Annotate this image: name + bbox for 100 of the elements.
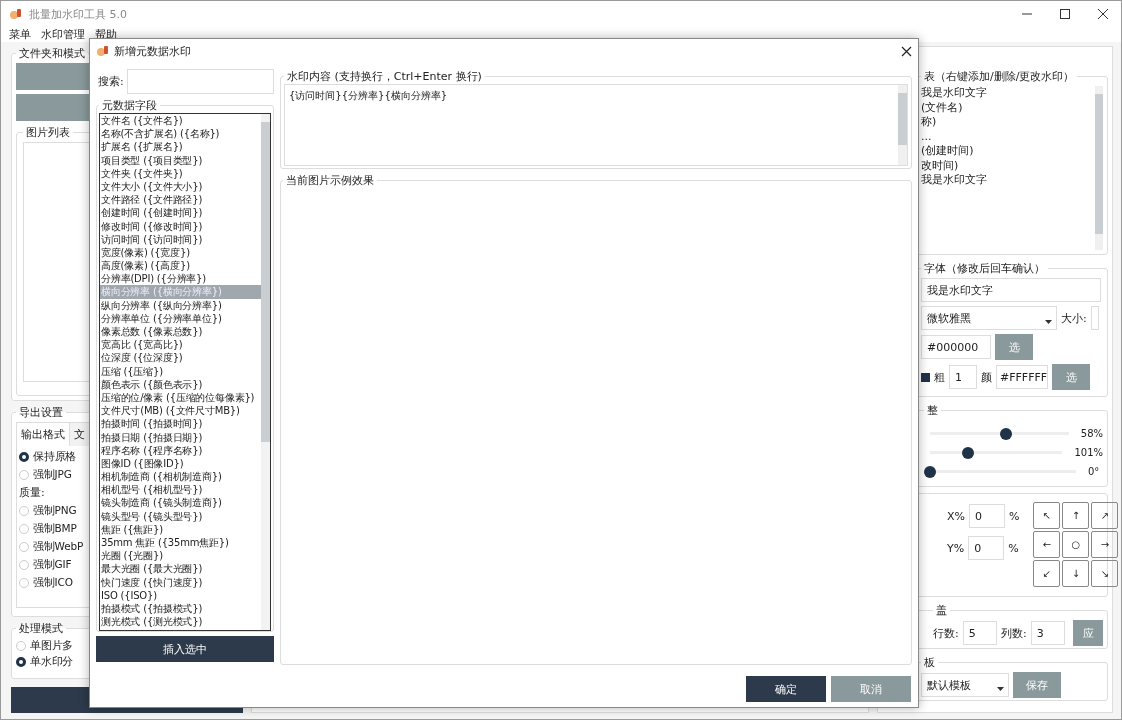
rows-field[interactable]: 5 <box>962 621 998 645</box>
list-item[interactable]: 快门速度 ({快门速度}) <box>100 575 261 589</box>
list-item[interactable]: 拍摄日期 ({拍摄日期}) <box>100 430 261 444</box>
caret-icon <box>997 687 1004 691</box>
list-item[interactable]: 高度(像素) ({高度}) <box>100 259 261 273</box>
list-item[interactable]: 宽度(像素) ({宽度}) <box>100 245 261 260</box>
radio-label: 强制ICO <box>33 576 73 591</box>
list-item[interactable]: 文件大小 ({文件大小}) <box>100 179 261 194</box>
group-title: 处理模式 <box>18 621 64 637</box>
list-item[interactable]: ... <box>921 129 1095 144</box>
position-button[interactable]: ↙ <box>1033 560 1061 587</box>
group-title: 图片列表 <box>25 125 71 140</box>
close-icon[interactable] <box>901 45 912 57</box>
scrollbar[interactable] <box>261 114 270 630</box>
list-item[interactable]: 镜头型号 ({镜头型号}) <box>100 509 261 523</box>
app-icon <box>9 7 23 21</box>
list-item[interactable]: 压缩的位/像素 ({压缩的位每像素}) <box>100 390 261 405</box>
insert-button[interactable]: 插入选中 <box>96 636 274 662</box>
slider-thumb[interactable] <box>962 446 975 459</box>
list-item[interactable]: 分辨率(DPI) ({分辨率}) <box>100 272 261 286</box>
checkbox[interactable] <box>921 372 930 382</box>
font-dropdown[interactable]: 微软雅黑 <box>921 306 1057 330</box>
list-item[interactable]: (文件名) <box>921 100 1095 115</box>
list-item[interactable]: 压缩 ({压缩}) <box>100 364 261 378</box>
list-item[interactable]: 我是水印文字 <box>921 173 1095 188</box>
list-item[interactable]: (创建时间) <box>921 144 1095 159</box>
position-button[interactable]: ○ <box>1062 531 1090 558</box>
list-item[interactable]: 扩展名 ({扩展名}) <box>100 140 261 154</box>
list-item[interactable]: 项目类型 ({项目类型}) <box>100 153 261 167</box>
slider-value: 58% <box>1080 428 1103 439</box>
radio-label: 强制WebP <box>33 540 84 555</box>
list-item[interactable]: 镜头制造商 ({镜头制造商}) <box>100 496 261 510</box>
group-title: 整 <box>926 403 939 418</box>
maximize-icon[interactable] <box>1059 8 1071 20</box>
menu-item[interactable]: 水印管理 <box>41 27 85 42</box>
list-item[interactable]: ISO ({ISO}) <box>100 588 261 602</box>
position-button[interactable]: → <box>1091 531 1119 558</box>
close-icon[interactable] <box>1097 8 1109 20</box>
position-button[interactable]: ↑ <box>1062 502 1090 529</box>
list-item[interactable]: 图像ID ({图像ID}) <box>100 456 261 471</box>
list-item[interactable]: 文件名 ({文件名}) <box>100 114 261 128</box>
menu-item[interactable]: 菜单 <box>9 27 31 42</box>
slider-value: 101% <box>1074 447 1103 458</box>
list-item[interactable]: 分辨率单位 ({分辨率单位}) <box>100 311 261 325</box>
list-item[interactable]: 光圈 ({光圈}) <box>100 549 261 563</box>
list-item[interactable]: 访问时间 ({访问时间}) <box>100 232 261 246</box>
search-field[interactable] <box>126 69 274 94</box>
scrollbar[interactable] <box>898 85 907 165</box>
template-dropdown[interactable]: 默认模板 <box>921 673 1009 697</box>
slider-thumb[interactable] <box>924 465 936 478</box>
weight-field[interactable]: 1 <box>949 365 977 389</box>
list-item[interactable]: 焦距 ({焦距}) <box>100 522 261 536</box>
list-item[interactable]: 称) <box>921 115 1095 130</box>
list-item[interactable]: 创建时间 ({创建时间}) <box>100 206 261 220</box>
list-item[interactable]: 修改时间 ({修改时间}) <box>100 219 261 233</box>
position-button[interactable]: ↓ <box>1062 560 1090 587</box>
list-item[interactable]: 相机型号 ({相机型号}) <box>100 483 261 497</box>
list-item[interactable]: 名称(不含扩展名) ({名称}) <box>100 127 261 141</box>
list-item[interactable]: 程序名称 ({程序名称}) <box>100 443 261 457</box>
list-item[interactable]: 最大光圈 ({最大光圈}) <box>100 562 261 576</box>
radio-button[interactable] <box>19 452 29 463</box>
size-field[interactable] <box>1090 306 1099 330</box>
list-item[interactable]: 我是水印文字 <box>921 86 1095 101</box>
list-item[interactable]: 改时间) <box>921 158 1095 173</box>
position-button[interactable]: ↖ <box>1033 502 1061 529</box>
radio-label: 单水印分 <box>30 655 74 670</box>
radio-label: 强制GIF <box>33 558 72 573</box>
stroke-color-field[interactable]: #FFFFFF <box>996 365 1048 389</box>
text-area[interactable]: {访问时间}{分辨率}{横向分辨率} <box>284 84 908 166</box>
scrollbar[interactable] <box>1095 86 1103 250</box>
position-button[interactable]: ← <box>1033 531 1061 558</box>
list-item[interactable]: 相机制造商 ({相机制造商}) <box>100 470 261 484</box>
group-title: 文件夹和模式 <box>18 46 86 61</box>
color-field[interactable]: #000000 <box>921 335 991 359</box>
list-item[interactable]: 文件路径 ({文件路径}) <box>100 193 261 207</box>
x-field[interactable]: 0 <box>969 504 1005 528</box>
search-label: 搜索: <box>98 74 124 89</box>
list-item[interactable]: 位深度 ({位深度}) <box>100 351 261 365</box>
list-item[interactable]: 拍摄时间 ({拍摄时间}) <box>100 417 261 431</box>
slider-thumb[interactable] <box>1000 427 1013 440</box>
tab[interactable]: 文 <box>70 423 90 447</box>
list-item[interactable]: 颜色表示 ({颜色表示}) <box>100 377 261 391</box>
dialog-button[interactable]: 确定 <box>746 676 826 702</box>
position-button[interactable]: ↘ <box>1091 560 1119 587</box>
position-button[interactable]: ↗ <box>1091 502 1119 529</box>
slider-value: 0° <box>1088 466 1100 477</box>
list-item[interactable]: 35mm 焦距 ({35mm焦距}) <box>100 536 261 550</box>
list-item[interactable]: 拍摄模式 ({拍摄模式}) <box>100 601 261 616</box>
radio-button[interactable] <box>16 657 26 668</box>
columns-label: 列数: <box>1001 625 1027 641</box>
list-item[interactable]: 文件夹 ({文件夹}) <box>100 166 261 180</box>
list-item[interactable]: 像素总数 ({像素总数}) <box>100 325 261 339</box>
list-item[interactable]: 文件尺寸(MB) ({文件尺寸MB}) <box>100 404 261 418</box>
list-item[interactable]: 测光模式 ({测光模式}) <box>100 615 261 629</box>
columns-field[interactable]: 3 <box>1030 621 1066 645</box>
list-item[interactable]: 纵向分辨率 ({纵向分辨率}) <box>100 298 261 312</box>
y-field[interactable]: 0 <box>968 536 1005 560</box>
list-item[interactable]: 宽高比 ({宽高比}) <box>100 338 261 352</box>
text-field[interactable]: 我是水印文字 <box>921 278 1101 302</box>
watermark-list[interactable]: 我是水印文字 (文件名) 称) ... (创建时间) 改时间) 我是水印文字 <box>921 86 1103 250</box>
